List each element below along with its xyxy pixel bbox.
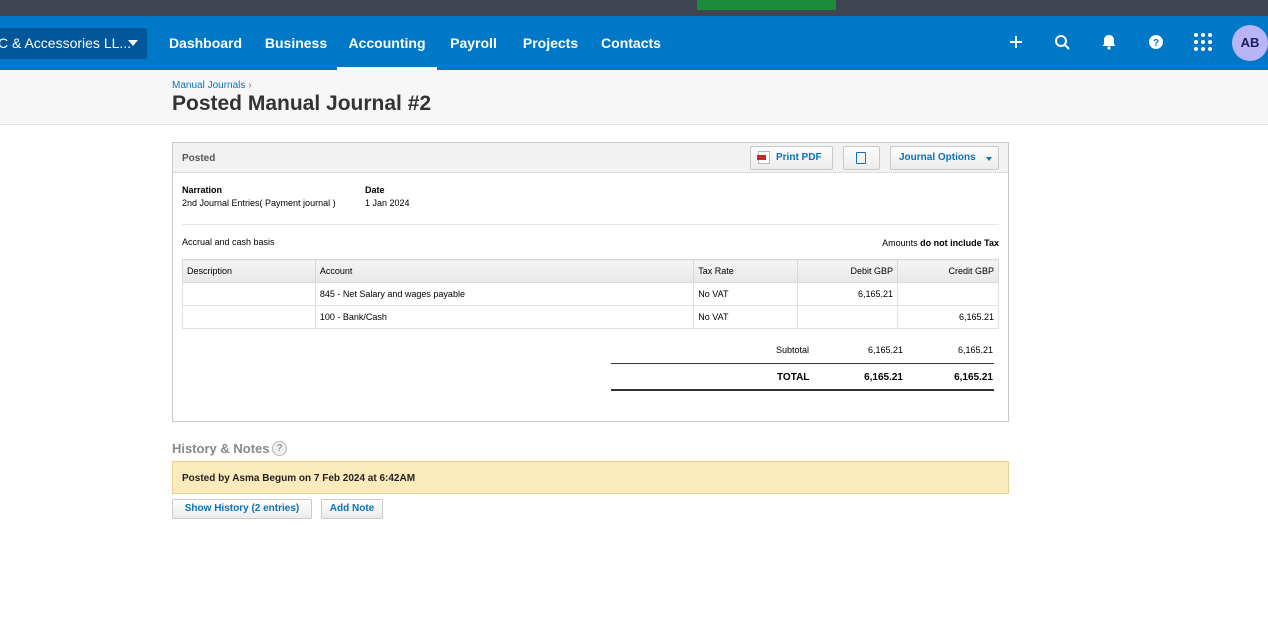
org-switcher[interactable]: C & Accessories LL...: [0, 28, 147, 59]
org-name: C & Accessories LL...: [0, 35, 132, 51]
amounts-prefix: Amounts: [882, 238, 918, 248]
journal-options-label: Journal Options: [899, 152, 976, 163]
nav-accounting[interactable]: Accounting: [337, 16, 437, 70]
row-debit: [797, 305, 899, 329]
posted-note-text: Posted by Asma Begum on 7 Feb 2024 at 6:…: [182, 473, 416, 484]
page-header: Manual Journals › Posted Manual Journal #…: [0, 70, 1268, 125]
basis-text: Accrual and cash basis: [182, 237, 275, 247]
copy-button[interactable]: [843, 146, 880, 170]
divider: [182, 224, 999, 225]
total-rule: [611, 389, 994, 391]
amounts-tax-note: Amounts do not include Tax: [882, 238, 999, 248]
row-description: [182, 305, 316, 329]
row-tax-rate: No VAT: [693, 305, 799, 329]
col-description: Description: [182, 259, 316, 283]
history-title: History & Notes: [172, 441, 270, 456]
nav-dashboard[interactable]: Dashboard: [157, 16, 254, 70]
subtotal-rule: [611, 363, 994, 364]
top-strip-green-tab: [697, 0, 836, 10]
breadcrumb-manual-journals[interactable]: Manual Journals: [172, 80, 245, 91]
nav-contacts[interactable]: Contacts: [591, 16, 671, 70]
show-history-button[interactable]: Show History (2 entries): [172, 499, 312, 519]
nav-business[interactable]: Business: [256, 16, 336, 70]
col-tax-rate: Tax Rate: [693, 259, 799, 283]
print-pdf-button[interactable]: Print PDF: [750, 146, 833, 170]
amounts-bold: do not include Tax: [920, 238, 999, 248]
copy-icon: [856, 152, 866, 164]
journal-panel: Posted Print PDF Journal Options Narrati…: [172, 142, 1009, 422]
subtotal-debit: 6,165.21: [867, 345, 903, 355]
row-debit: 6,165.21: [797, 282, 899, 306]
row-account: 100 - Bank/Cash: [314, 305, 695, 329]
chevron-down-icon: [128, 40, 138, 46]
page-title: Posted Manual Journal #2: [172, 92, 432, 115]
narration-value: 2nd Journal Entries( Payment journal ): [182, 198, 336, 208]
breadcrumb: Manual Journals ›: [172, 80, 252, 91]
table-header-row: Description Account Tax Rate Debit GBP C…: [182, 259, 999, 283]
status-label: Posted: [182, 153, 216, 164]
chevron-down-icon: [986, 157, 992, 161]
date-value: 1 Jan 2024: [365, 198, 410, 208]
journal-lines-table: Description Account Tax Rate Debit GBP C…: [182, 259, 999, 329]
total-label: TOTAL: [777, 372, 810, 383]
row-account: 845 - Net Salary and wages payable: [314, 282, 695, 306]
narration-label: Narration: [182, 185, 223, 195]
col-debit: Debit GBP: [797, 259, 899, 283]
row-credit: [897, 282, 999, 306]
svg-text:?: ?: [1153, 38, 1159, 49]
total-debit: 6,165.21: [864, 372, 903, 383]
table-row: 100 - Bank/Cash No VAT 6,165.21: [182, 305, 999, 329]
plus-icon[interactable]: [1004, 30, 1028, 54]
avatar[interactable]: AB: [1232, 25, 1268, 61]
row-credit: 6,165.21: [897, 305, 999, 329]
col-account: Account: [314, 259, 695, 283]
add-note-button[interactable]: Add Note: [321, 499, 383, 519]
apps-grid-icon[interactable]: [1191, 30, 1215, 54]
main-nav: C & Accessories LL... Dashboard Business…: [0, 16, 1268, 70]
help-icon[interactable]: ?: [1144, 30, 1168, 54]
pdf-icon: [757, 151, 770, 164]
nav-projects[interactable]: Projects: [512, 16, 589, 70]
posted-note: Posted by Asma Begum on 7 Feb 2024 at 6:…: [172, 461, 1009, 494]
bell-icon[interactable]: [1097, 30, 1121, 54]
date-label: Date: [365, 185, 385, 195]
col-credit: Credit GBP: [897, 259, 999, 283]
journal-panel-header: Posted Print PDF Journal Options: [173, 143, 1008, 173]
journal-options-button[interactable]: Journal Options: [890, 146, 999, 170]
row-tax-rate: No VAT: [693, 282, 799, 306]
subtotal-label: Subtotal: [776, 345, 810, 355]
breadcrumb-separator-icon: ›: [248, 80, 252, 91]
row-description: [182, 282, 316, 306]
total-credit: 6,165.21: [954, 372, 993, 383]
search-icon[interactable]: [1050, 30, 1074, 54]
table-row: 845 - Net Salary and wages payable No VA…: [182, 282, 999, 306]
print-pdf-label: Print PDF: [776, 152, 822, 163]
subtotal-credit: 6,165.21: [957, 345, 993, 355]
nav-payroll[interactable]: Payroll: [437, 16, 510, 70]
top-strip: [0, 0, 1268, 16]
help-icon[interactable]: ?: [272, 441, 287, 456]
